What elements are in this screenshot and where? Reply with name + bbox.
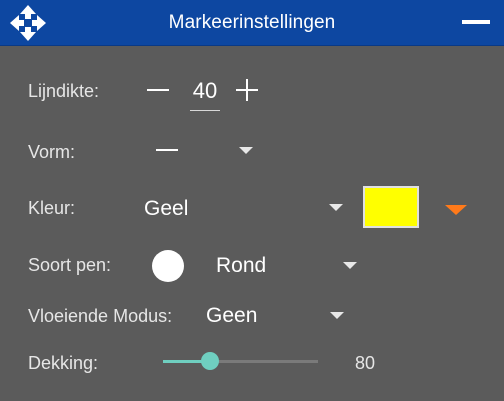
pen-type-value[interactable]: Rond bbox=[216, 254, 266, 278]
line-shape-icon[interactable] bbox=[156, 149, 178, 151]
color-swatch[interactable] bbox=[363, 186, 419, 228]
window-title: Markeerinstellingen bbox=[168, 12, 336, 33]
title-bar: Markeerinstellingen bbox=[0, 0, 504, 46]
opacity-label: Dekking: bbox=[28, 353, 99, 373]
shape-label: Vorm: bbox=[28, 142, 76, 162]
color-label: Kleur: bbox=[28, 198, 76, 218]
opacity-slider-thumb[interactable] bbox=[201, 352, 219, 370]
pen-type-label: Soort pen: bbox=[28, 255, 112, 275]
color-dropdown-chevron-down-icon[interactable] bbox=[329, 204, 343, 211]
smooth-mode-value[interactable]: Geen bbox=[206, 304, 257, 328]
decrease-width-button[interactable] bbox=[147, 89, 169, 91]
minimize-icon[interactable] bbox=[462, 20, 490, 24]
color-value[interactable]: Geel bbox=[144, 197, 188, 221]
pen-type-dropdown-chevron-down-icon[interactable] bbox=[343, 262, 357, 269]
line-width-underline bbox=[190, 110, 220, 111]
line-width-label: Lijndikte: bbox=[28, 81, 100, 101]
smooth-mode-dropdown-chevron-down-icon[interactable] bbox=[330, 312, 344, 319]
smooth-mode-label: Vloeiende Modus: bbox=[28, 306, 173, 326]
color-picker-chevron-down-icon[interactable] bbox=[445, 205, 467, 215]
opacity-slider-track[interactable] bbox=[163, 360, 318, 363]
opacity-value: 80 bbox=[355, 353, 376, 373]
increase-width-button[interactable] bbox=[236, 79, 258, 101]
line-width-value[interactable]: 40 bbox=[190, 79, 220, 103]
marker-settings-panel: Markeerinstellingen Lijndikte: 40 Vorm: … bbox=[0, 0, 504, 401]
round-pen-icon bbox=[152, 250, 184, 282]
shape-dropdown-chevron-down-icon[interactable] bbox=[239, 147, 253, 154]
